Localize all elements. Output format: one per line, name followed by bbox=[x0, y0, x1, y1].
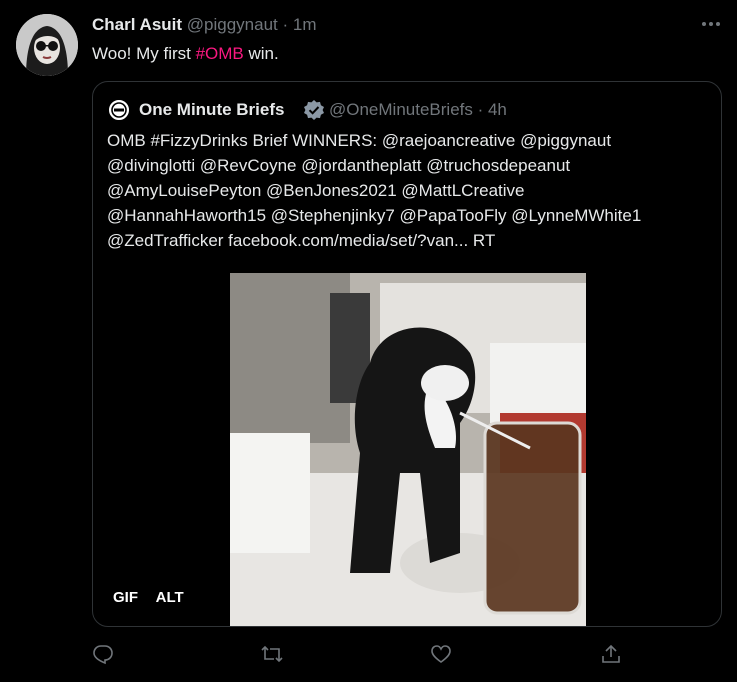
author-handle-time[interactable]: @piggynaut · 1m bbox=[187, 15, 317, 34]
quoted-author-avatar[interactable] bbox=[107, 98, 131, 122]
gif-badge: GIF bbox=[113, 589, 138, 606]
quoted-tweet-text: OMB #FizzyDrinks Brief WINNERS: @raejoan… bbox=[107, 128, 711, 253]
gif-media[interactable] bbox=[230, 273, 586, 626]
verified-badge-icon bbox=[303, 99, 325, 121]
author-avatar[interactable] bbox=[16, 14, 78, 76]
quoted-tweet[interactable]: One Minute Briefs @OneMinuteBriefs · 4h … bbox=[92, 81, 722, 627]
author-name[interactable]: Charl Asuit bbox=[92, 15, 182, 34]
tweet-text-before: Woo! My first bbox=[92, 44, 196, 63]
tweet-text-after: win. bbox=[243, 44, 279, 63]
quoted-author-name[interactable]: One Minute Briefs bbox=[139, 100, 284, 120]
quoted-text-line: @ZedTrafficker facebook.com/media/set/?v… bbox=[107, 231, 496, 250]
tweet-header: Charl Asuit @piggynaut · 1m bbox=[92, 15, 317, 35]
hashtag-link[interactable]: #OMB bbox=[196, 44, 244, 63]
share-icon[interactable] bbox=[600, 643, 626, 669]
quoted-text-line: @HannahHaworth15 @Stephenjinky7 @PapaToo… bbox=[107, 206, 642, 225]
retweet-icon[interactable] bbox=[260, 643, 286, 669]
more-icon[interactable] bbox=[699, 14, 723, 34]
media-badges: GIF ALT bbox=[113, 589, 198, 606]
tweet-actions bbox=[92, 643, 632, 669]
quoted-text-line: @divinglotti @RevCoyne @jordantheplatt @… bbox=[107, 156, 571, 175]
tweet-text: Woo! My first #OMB win. bbox=[92, 44, 279, 64]
like-icon[interactable] bbox=[430, 643, 456, 669]
alt-badge[interactable]: ALT bbox=[156, 589, 184, 606]
quoted-text-line: @AmyLouisePeyton @BenJones2021 @MattLCre… bbox=[107, 181, 525, 200]
quoted-text-line: OMB #FizzyDrinks Brief WINNERS: @raejoan… bbox=[107, 131, 612, 150]
reply-icon[interactable] bbox=[92, 643, 118, 669]
quoted-author-handle-time[interactable]: @OneMinuteBriefs · 4h bbox=[329, 100, 507, 120]
